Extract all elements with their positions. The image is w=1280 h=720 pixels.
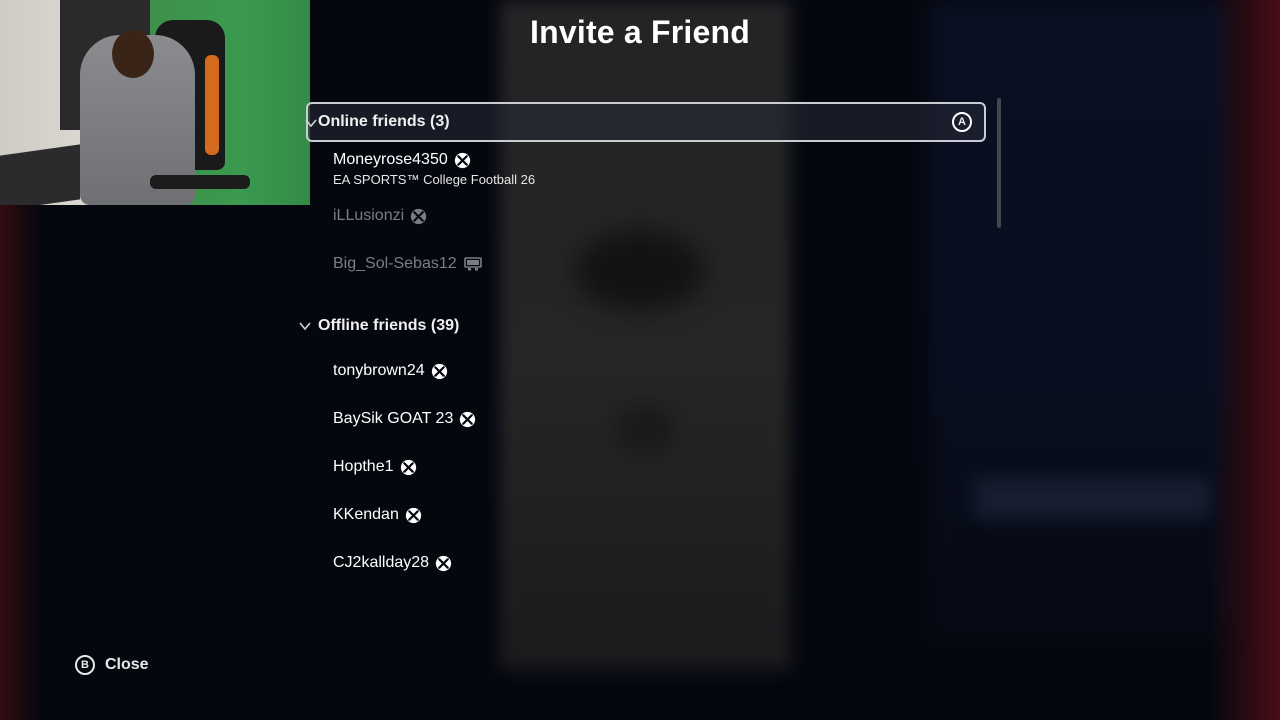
friend-item-hopthe1[interactable]: Hopthe1 bbox=[333, 458, 417, 476]
friend-name: iLLusionzi bbox=[333, 207, 405, 224]
friend-item-baysik-goat-23[interactable]: BaySik GOAT 23 bbox=[333, 410, 476, 428]
chevron-down-icon bbox=[305, 119, 317, 128]
background-edge-right bbox=[1210, 0, 1280, 720]
friend-activity: EA SPORTS™ College Football 26 bbox=[333, 172, 536, 187]
xbox-icon bbox=[460, 411, 476, 427]
xbox-icon bbox=[454, 152, 470, 168]
background-panel-right bbox=[930, 0, 1230, 640]
friend-name: CJ2kallday28 bbox=[333, 554, 430, 571]
chevron-down-icon bbox=[299, 322, 311, 331]
friend-item-kkendan[interactable]: KKendan bbox=[333, 506, 422, 524]
offline-friends-header[interactable]: Offline friends (39) bbox=[298, 317, 459, 335]
friend-name: BaySik GOAT 23 bbox=[333, 410, 454, 427]
online-friends-header[interactable]: Online friends (3) A bbox=[305, 102, 986, 142]
friend-name: tonybrown24 bbox=[333, 362, 425, 379]
background-shape bbox=[615, 405, 675, 455]
a-button-icon: A bbox=[952, 112, 972, 132]
background-panel-center bbox=[500, 0, 790, 670]
friend-name: KKendan bbox=[333, 506, 399, 523]
xbox-icon bbox=[431, 363, 447, 379]
friend-item-big-sol-sebas12[interactable]: Big_Sol-Sebas12 bbox=[333, 255, 482, 273]
friend-item-tonybrown24[interactable]: tonybrown24 bbox=[333, 362, 448, 380]
xbox-icon bbox=[435, 555, 452, 571]
friend-name: Hopthe1 bbox=[333, 458, 394, 475]
background-shape bbox=[575, 230, 705, 310]
online-friends-label: Online friends (3) bbox=[318, 113, 450, 130]
offline-friends-label: Offline friends (39) bbox=[318, 317, 460, 334]
page-title: Invite a Friend bbox=[530, 14, 750, 50]
friend-item-moneyrose4350[interactable]: Moneyrose4350 EA SPORTS™ College Footbal… bbox=[333, 151, 535, 187]
xbox-icon bbox=[400, 459, 416, 475]
background-bar bbox=[975, 478, 1210, 518]
list-scrollbar[interactable] bbox=[997, 98, 1001, 228]
b-button-icon: B bbox=[75, 655, 95, 675]
friend-item-illusionzi[interactable]: iLLusionzi bbox=[333, 207, 427, 225]
close-label: Close bbox=[105, 656, 149, 673]
computer-icon bbox=[463, 257, 482, 271]
friend-name: Big_Sol-Sebas12 bbox=[333, 255, 457, 272]
close-button[interactable]: B Close bbox=[75, 655, 149, 675]
friend-item-cj2kallday28[interactable]: CJ2kallday28 bbox=[333, 554, 452, 572]
xbox-icon bbox=[405, 507, 421, 523]
xbox-icon bbox=[411, 208, 427, 224]
friend-name: Moneyrose4350 bbox=[333, 151, 448, 168]
